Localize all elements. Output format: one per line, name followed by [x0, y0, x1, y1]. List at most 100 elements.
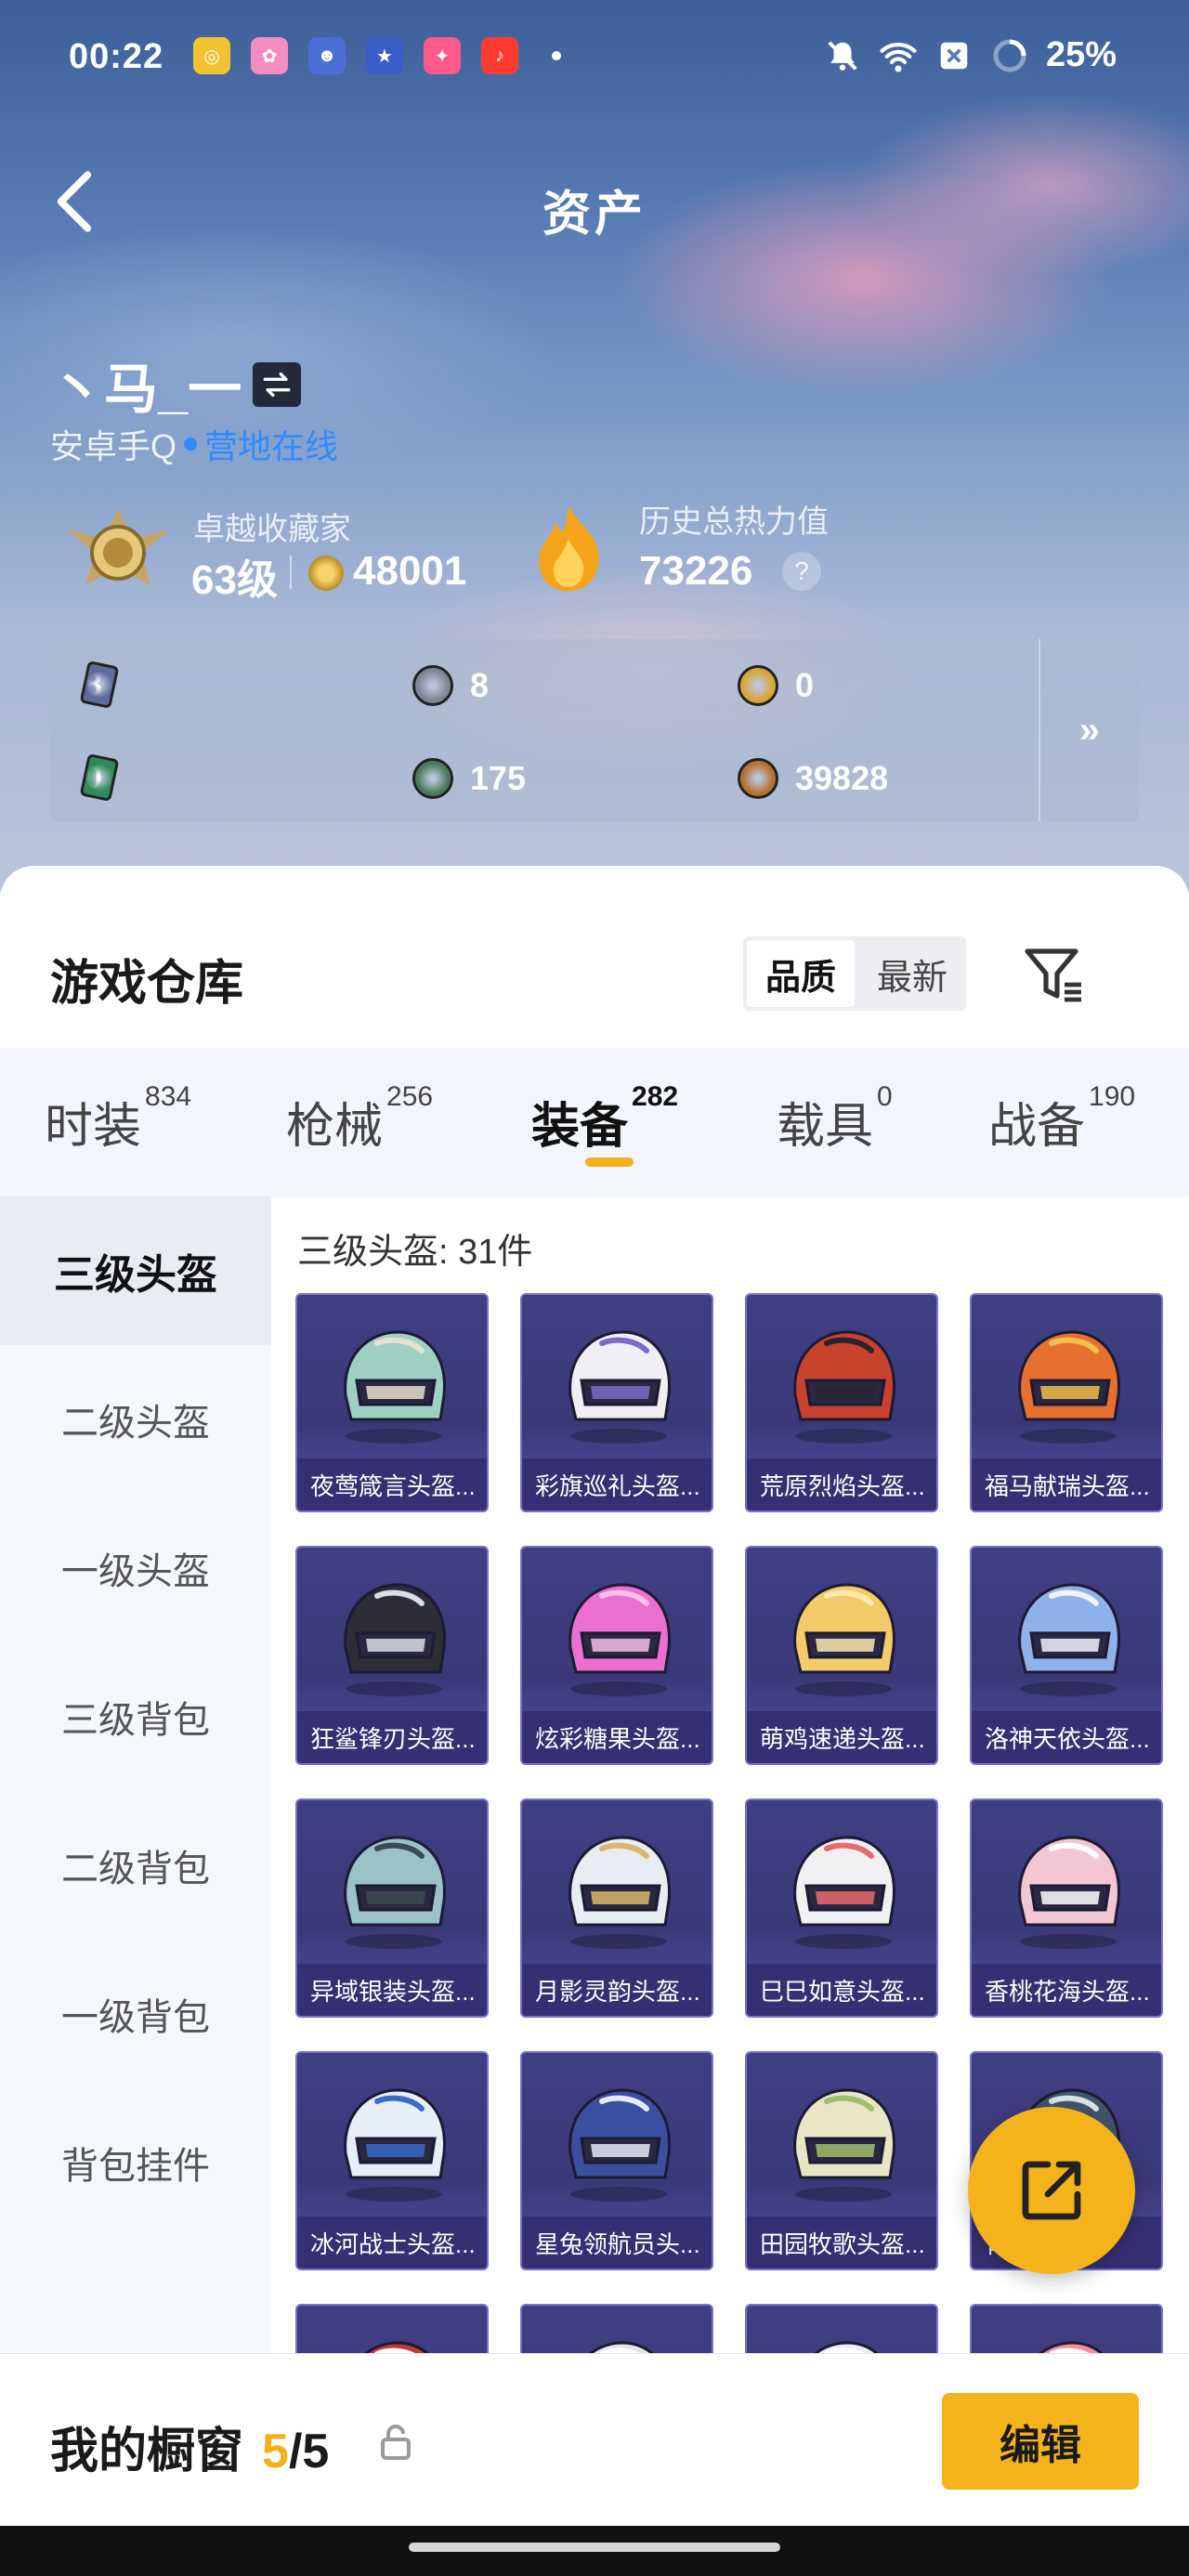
helmet-icon — [550, 1821, 687, 1958]
mute-bell-icon — [823, 36, 862, 75]
battery-percent: 25% — [1045, 35, 1117, 74]
tab-count: 282 — [632, 1081, 679, 1112]
tab-fashion[interactable]: 时装834 — [45, 1081, 191, 1157]
sidebar-item[interactable]: 一级头盔 — [0, 1494, 271, 1642]
status-right: 25% — [823, 35, 1117, 75]
category-tabs: 时装834 枪械256 装备282 载具0 战备190 — [0, 1048, 1189, 1196]
collector-badge-icon — [58, 502, 178, 604]
my-window-text: 我的橱窗 — [50, 2425, 244, 2478]
warehouse-panel: 游戏仓库 品质 最新 时装834 枪械256 装备282 载具0 战备190 三级头盔二… — [0, 866, 1189, 2576]
helmet-icon — [325, 1315, 463, 1453]
currency-item: 8 — [412, 665, 489, 706]
item-card[interactable]: 福马献瑞头盔... — [970, 1293, 1163, 1512]
status-time: 00:22 — [69, 37, 164, 76]
item-card[interactable]: 荒原烈焰头盔... — [745, 1293, 938, 1512]
item-card[interactable]: 狂鲨锋刃头盔... — [295, 1546, 489, 1765]
currency-value: 8 — [470, 666, 490, 704]
helmet-icon — [775, 1315, 912, 1453]
item-name: 炫彩糖果头盔... — [522, 1711, 712, 1763]
currency-panel[interactable]: 8 8 0 0 175 39828 » — [50, 639, 1139, 821]
helmet-icon — [775, 1568, 912, 1706]
tab-gear[interactable]: 战备190 — [988, 1081, 1135, 1157]
filter-button[interactable] — [1022, 942, 1087, 1007]
tab-count: 0 — [877, 1081, 893, 1112]
helmet-icon — [550, 1568, 687, 1706]
tab-label: 战备 — [988, 1100, 1086, 1154]
help-icon[interactable]: ? — [782, 552, 821, 591]
switch-account-icon[interactable] — [253, 362, 302, 407]
tab-guns[interactable]: 枪械256 — [286, 1081, 433, 1157]
active-tab-indicator — [585, 1157, 634, 1167]
heat-title: 历史总热力值 — [639, 504, 829, 540]
item-card[interactable]: 星兔领航员头... — [520, 2051, 713, 2270]
app-icon-3: ☻ — [308, 37, 346, 74]
tab-count: 190 — [1089, 1081, 1136, 1112]
share-external-icon — [1022, 2161, 1081, 2220]
item-card[interactable]: 炫彩糖果头盔... — [520, 1546, 713, 1765]
system-nav-bar — [0, 2526, 1189, 2576]
lock-icon — [379, 2423, 412, 2460]
status-bar: 00:22 ◎ ✿ ☻ ★ ✦ ♪ 25% — [0, 0, 1189, 111]
item-card[interactable]: 彩旗巡礼头盔... — [520, 1293, 713, 1512]
battery-ring-icon — [990, 36, 1029, 75]
item-card[interactable]: 异域银装头盔... — [295, 1798, 489, 2018]
platform-line: 安卓手Q 营地在线 — [50, 420, 338, 468]
item-name: 巳巳如意头盔... — [747, 1964, 936, 2016]
tab-count: 256 — [386, 1081, 434, 1112]
item-name: 荒原烈焰头盔... — [747, 1458, 936, 1510]
sidebar-item[interactable]: 三级背包 — [0, 1642, 271, 1791]
tab-label: 装备 — [531, 1100, 629, 1154]
sidebar-item[interactable]: 二级背包 — [0, 1791, 271, 1940]
sidebar-item[interactable]: 三级头盔 — [0, 1196, 271, 1345]
home-gesture-handle[interactable] — [409, 2543, 780, 2552]
top-bar: 资产 — [0, 149, 1189, 251]
heat-value: 73226 — [639, 548, 753, 594]
my-window-current: 5 — [262, 2425, 289, 2478]
item-name: 萌鸡速递头盔... — [747, 1711, 936, 1763]
item-name: 彩旗巡礼头盔... — [522, 1458, 712, 1510]
item-card[interactable]: 月影灵韵头盔... — [520, 1798, 713, 2018]
collection-value: 48001 — [353, 548, 467, 594]
item-card[interactable]: 香桃花海头盔... — [970, 1798, 1163, 2018]
item-card[interactable]: 萌鸡速递头盔... — [745, 1546, 938, 1765]
platform-text: 安卓手Q — [50, 427, 177, 465]
currency-item: 8 — [79, 660, 120, 710]
wifi-icon — [879, 36, 918, 75]
username-text: 丶马_一 — [50, 360, 242, 420]
profile-hero: 00:22 ◎ ✿ ☻ ★ ✦ ♪ 25% 资产 丶马_一 安卓手Q 营地在线 … — [0, 0, 1189, 892]
share-button[interactable] — [968, 2107, 1135, 2274]
item-name: 田园牧歌头盔... — [747, 2216, 936, 2269]
tab-equipment[interactable]: 装备282 — [531, 1081, 678, 1157]
item-card[interactable]: 冰河战士头盔... — [295, 2051, 489, 2270]
sidebar-item[interactable]: 背包挂件 — [0, 2088, 271, 2237]
tab-vehicles[interactable]: 载具0 — [777, 1081, 893, 1157]
tab-label: 时装 — [45, 1100, 142, 1154]
sim-x-icon — [934, 36, 973, 75]
sidebar-item[interactable]: 二级头盔 — [0, 1345, 271, 1494]
item-card[interactable]: 洛神天依头盔... — [970, 1546, 1163, 1765]
app-icon-4: ★ — [366, 37, 403, 74]
my-window-bar: 我的橱窗 5/5 编辑 — [0, 2353, 1189, 2526]
currency-item: 39828 — [738, 758, 888, 799]
collection-coin-icon — [308, 556, 344, 591]
item-card[interactable]: 夜莺箴言头盔... — [295, 1293, 489, 1512]
more-notifications-dot-icon — [552, 51, 561, 60]
tab-label: 载具 — [777, 1100, 874, 1154]
tab-count: 834 — [145, 1081, 192, 1112]
sidebar-item[interactable]: 一级背包 — [0, 1940, 271, 2088]
edit-button[interactable]: 编辑 — [942, 2393, 1139, 2490]
sort-quality-button[interactable]: 品质 — [747, 940, 855, 1007]
currency-more-button[interactable]: » — [1040, 639, 1139, 821]
sort-toggle[interactable]: 品质 最新 — [743, 936, 966, 1011]
item-card[interactable]: 田园牧歌头盔... — [745, 2051, 938, 2270]
item-card[interactable]: 巳巳如意头盔... — [745, 1798, 938, 2018]
sort-newest-button[interactable]: 最新 — [858, 936, 966, 1011]
filter-icon — [1025, 948, 1081, 1002]
rank-title: 卓越收藏家 — [193, 512, 351, 547]
rank-level: 63级 — [191, 557, 278, 603]
notification-icons: ◎ ✿ ☻ ★ ✦ ♪ — [193, 37, 561, 74]
helmet-icon — [550, 1315, 687, 1453]
username: 丶马_一 — [50, 346, 302, 424]
helmet-icon — [1000, 1315, 1137, 1453]
my-window-label: 我的橱窗 5/5 — [50, 2412, 329, 2481]
